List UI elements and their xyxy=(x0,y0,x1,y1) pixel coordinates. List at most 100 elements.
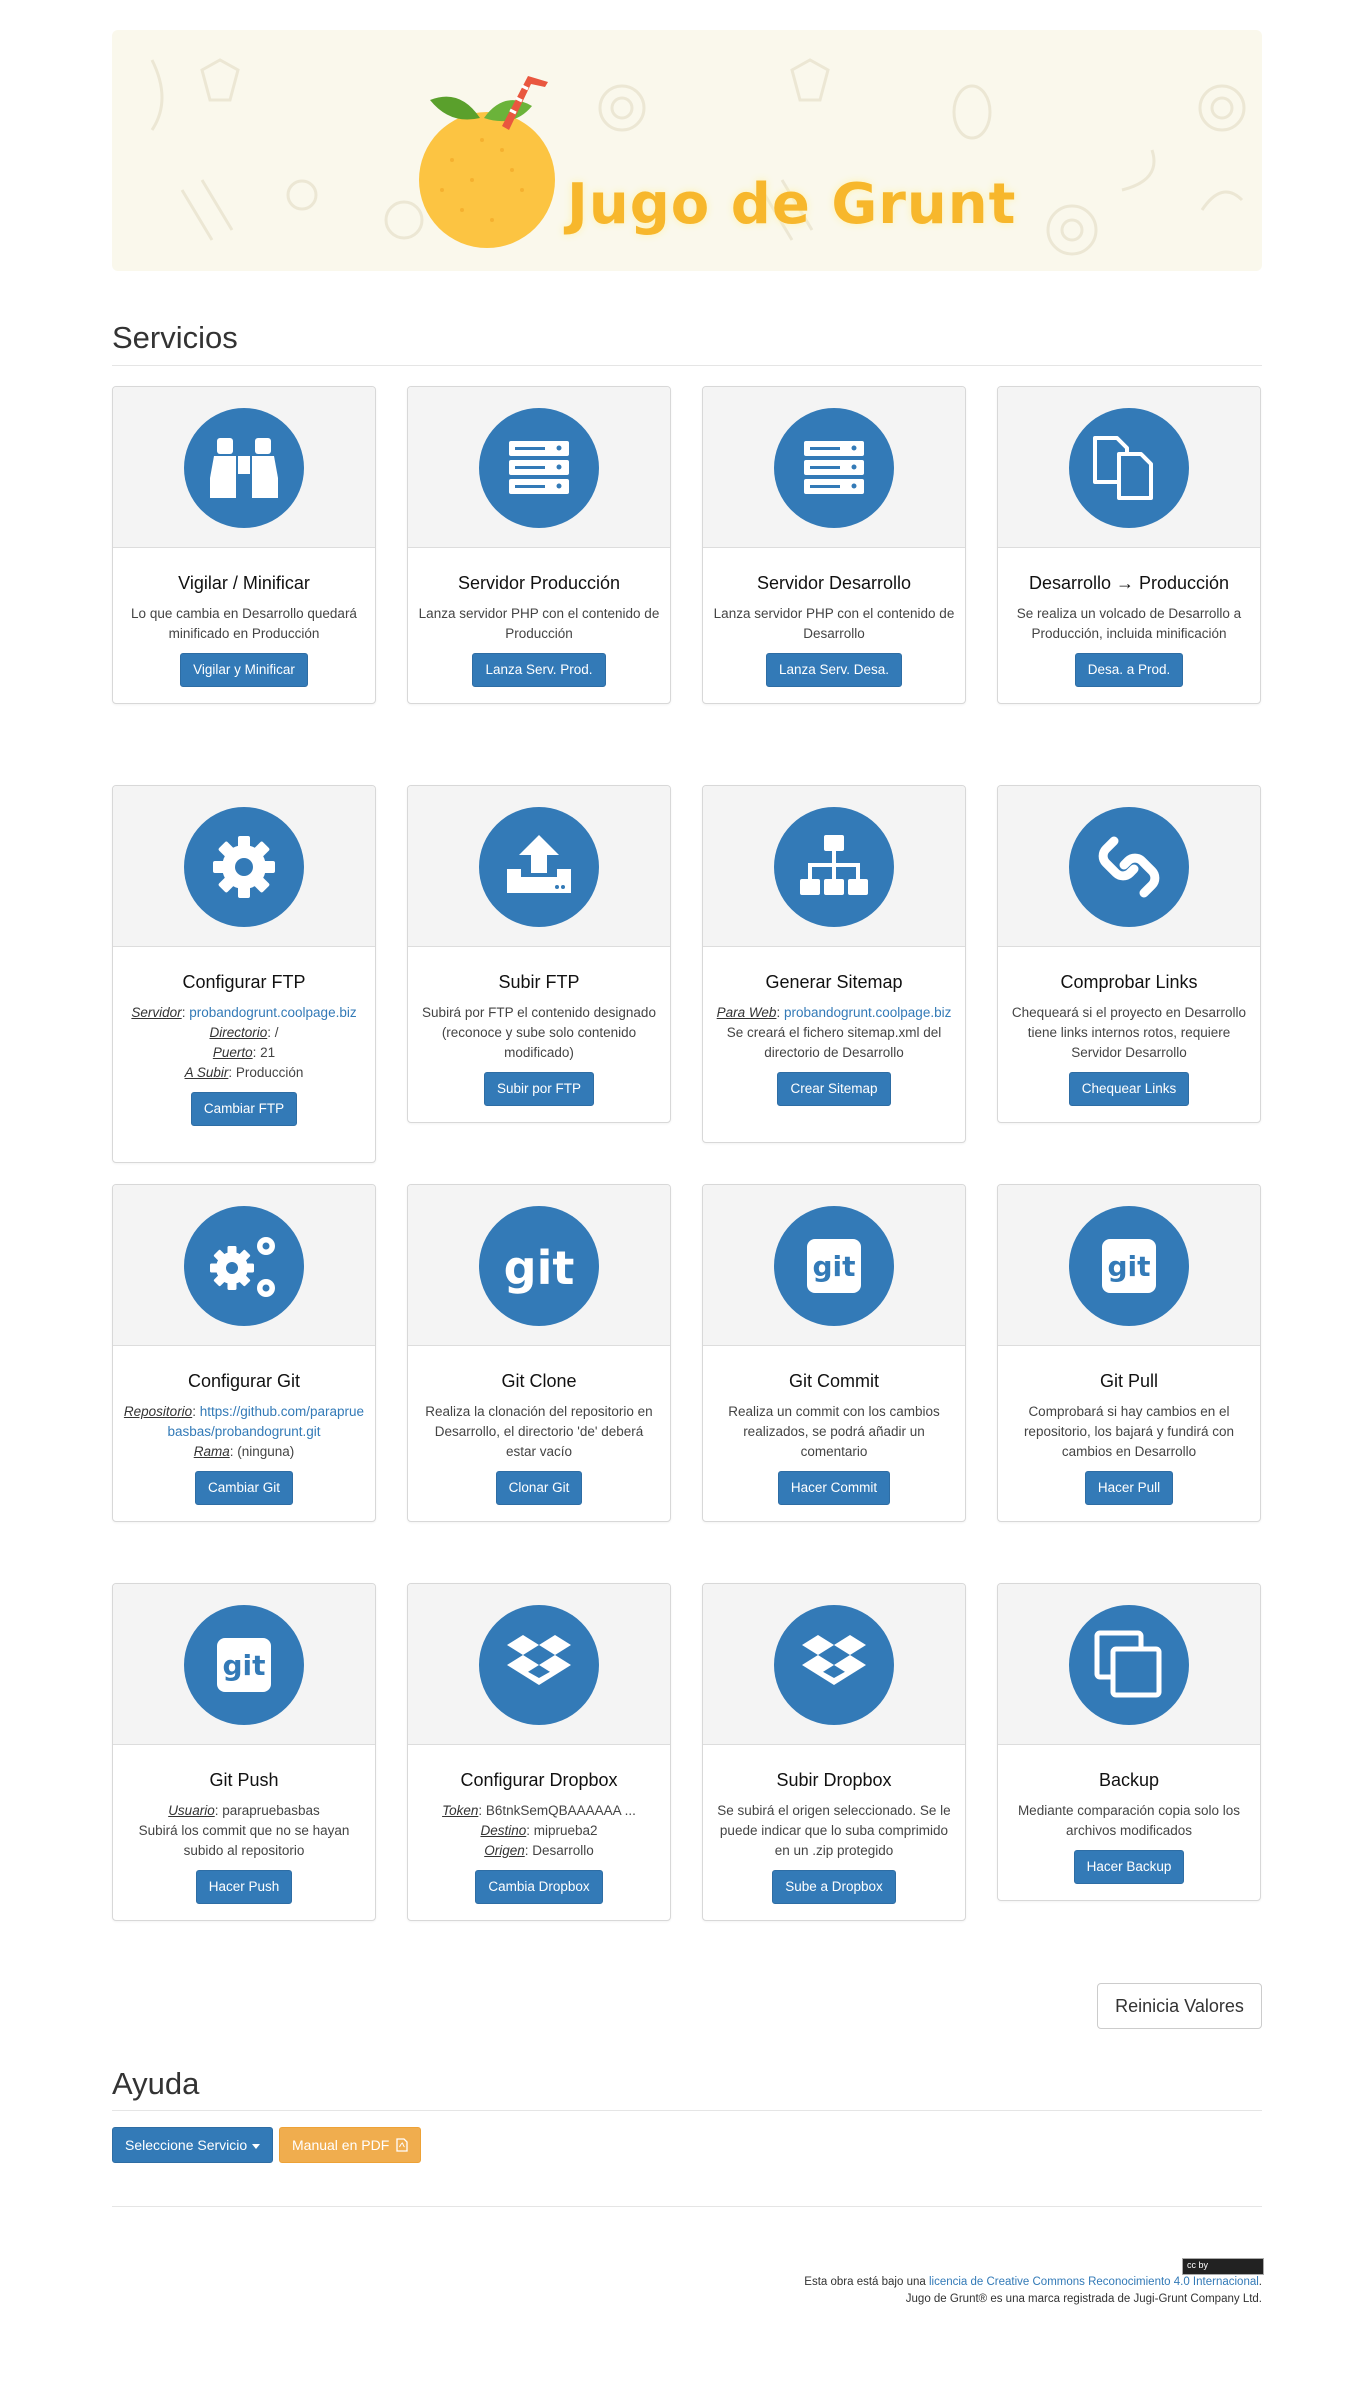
kv-key: Rama xyxy=(193,1444,230,1459)
services-heading: Servicios xyxy=(112,320,238,355)
hacer-push-button[interactable]: Hacer Push xyxy=(195,1870,293,1904)
card-configurar-ftp: Configurar FTP Servidor: probandogrunt.c… xyxy=(112,785,376,1163)
pdf-file-icon xyxy=(396,2138,408,2152)
git-branch-line: Rama: (ninguna) xyxy=(193,1444,295,1459)
icon-circle xyxy=(1069,1605,1189,1725)
sitemap-web-link[interactable]: probandogrunt.coolpage.biz xyxy=(784,1005,951,1020)
git-square-icon: git xyxy=(807,1239,861,1293)
card-description: Realiza un commit con los cambios realiz… xyxy=(728,1404,940,1459)
reset-values-button[interactable]: Reinicia Valores xyxy=(1097,1983,1262,2029)
manual-pdf-button[interactable]: Manual en PDF xyxy=(279,2127,422,2163)
ftp-server-line: Servidor: probandogrunt.coolpage.biz xyxy=(131,1005,357,1020)
card-description: Mediante comparación copia solo los arch… xyxy=(1017,1803,1241,1838)
card-title: Git Commit xyxy=(789,1371,879,1391)
card-title: Generar Sitemap xyxy=(765,972,903,992)
card-description: Realiza la clonación del repositorio en … xyxy=(425,1404,653,1459)
card-icon-area xyxy=(998,1584,1260,1745)
card-icon-area xyxy=(703,387,965,548)
kv-key: A Subir xyxy=(184,1065,229,1080)
card-icon-area xyxy=(408,387,670,548)
kv-value: parapruebasbas xyxy=(222,1803,320,1818)
card-icon-area xyxy=(408,786,670,947)
ftp-upload-line: A Subir: Producción xyxy=(184,1065,304,1080)
caret-down-icon xyxy=(252,2143,261,2149)
card-description: Lo que cambia en Desarrollo quedará mini… xyxy=(131,606,357,641)
chequear-links-button[interactable]: Chequear Links xyxy=(1068,1072,1190,1106)
kv-key: Servidor xyxy=(131,1005,182,1020)
footer-license: Esta obra está bajo una licencia de Crea… xyxy=(804,2274,1262,2291)
card-title: Comprobar Links xyxy=(1060,972,1198,992)
card-description: Se creará el fichero sitemap.xml del dir… xyxy=(726,1025,942,1060)
icon-circle xyxy=(184,807,304,927)
icon-circle xyxy=(1069,807,1189,927)
kv-value: Producción xyxy=(235,1065,304,1080)
kv-value: Desarrollo xyxy=(532,1843,594,1858)
subir-por-ftp-button[interactable]: Subir por FTP xyxy=(483,1072,595,1106)
vigilar-minificar-button[interactable]: Vigilar y Minificar xyxy=(180,653,308,687)
ftp-server-link[interactable]: probandogrunt.coolpage.biz xyxy=(189,1005,356,1020)
sube-a-dropbox-button[interactable]: Sube a Dropbox xyxy=(772,1870,896,1904)
select-service-dropdown[interactable]: Seleccione Servicio xyxy=(112,2127,274,2163)
header-banner: Jugo de Grunt xyxy=(112,30,1262,271)
upload-icon xyxy=(507,835,571,893)
card-icon-area xyxy=(998,786,1260,947)
clone-icon xyxy=(1094,1630,1162,1698)
git-user-line: Usuario: parapruebasbas xyxy=(168,1803,320,1818)
ftp-directory-line: Directorio: / xyxy=(209,1025,279,1040)
crear-sitemap-button[interactable]: Crear Sitemap xyxy=(777,1072,891,1106)
icon-circle: git xyxy=(1069,1206,1189,1326)
card-icon-area xyxy=(113,1185,375,1346)
card-icon-area xyxy=(998,387,1260,548)
card-description: Subirá por FTP el contenido designado (r… xyxy=(422,1005,656,1060)
icon-circle xyxy=(479,408,599,528)
cambia-dropbox-button[interactable]: Cambia Dropbox xyxy=(475,1870,603,1904)
cc-license-link[interactable]: licencia de Creative Commons Reconocimie… xyxy=(929,2276,1259,2288)
ftp-port-line: Puerto: 21 xyxy=(212,1045,276,1060)
cambiar-ftp-button[interactable]: Cambiar FTP xyxy=(190,1092,298,1126)
card-description: Comprobará si hay cambios en el reposito… xyxy=(1023,1404,1235,1459)
server-icon xyxy=(509,441,569,494)
gear-icon xyxy=(213,836,275,898)
hacer-commit-button[interactable]: Hacer Commit xyxy=(777,1471,891,1505)
card-subir-ftp: Subir FTP Subirá por FTP el contenido de… xyxy=(407,785,671,1123)
card-servidor-desarrollo: Servidor Desarrollo Lanza servidor PHP c… xyxy=(702,386,966,704)
card-title: Subir FTP xyxy=(498,972,580,992)
kv-key: Para Web xyxy=(716,1005,777,1020)
dropbox-token-line: Token: B6tnkSemQBAAAAAA ... xyxy=(442,1803,636,1818)
desa-a-prod-button[interactable]: Desa. a Prod. xyxy=(1074,653,1184,687)
card-icon-area: git xyxy=(998,1185,1260,1346)
lanza-serv-desa-button[interactable]: Lanza Serv. Desa. xyxy=(765,653,903,687)
git-repo-link[interactable]: https://github.com/parapruebasbas/proban… xyxy=(167,1404,364,1439)
card-configurar-git: Configurar Git Repositorio: https://gith… xyxy=(112,1184,376,1522)
card-git-clone: git Git Clone Realiza la clonación del r… xyxy=(407,1184,671,1522)
icon-circle: git xyxy=(774,1206,894,1326)
hacer-backup-button[interactable]: Hacer Backup xyxy=(1073,1850,1185,1884)
icon-circle xyxy=(479,807,599,927)
icon-circle xyxy=(479,1605,599,1725)
footer-divider xyxy=(112,2206,1262,2207)
svg-text:git: git xyxy=(812,1250,855,1283)
icon-circle xyxy=(774,807,894,927)
card-title: Subir Dropbox xyxy=(776,1770,892,1790)
svg-text:git: git xyxy=(1107,1250,1150,1283)
kv-key: Token xyxy=(442,1803,479,1818)
icon-circle xyxy=(1069,408,1189,528)
card-icon-area xyxy=(703,1584,965,1745)
kv-value: (ninguna) xyxy=(237,1444,295,1459)
footer-trademark: Jugo de Grunt® es una marca registrada d… xyxy=(905,2293,1262,2305)
icon-circle xyxy=(774,408,894,528)
cc-license-badge-icon[interactable]: cc by xyxy=(1182,2258,1264,2275)
hacer-pull-button[interactable]: Hacer Pull xyxy=(1084,1471,1174,1505)
clonar-git-button[interactable]: Clonar Git xyxy=(495,1471,583,1505)
card-backup: Backup Mediante comparación copia solo l… xyxy=(997,1583,1261,1901)
lanza-serv-prod-button[interactable]: Lanza Serv. Prod. xyxy=(472,653,606,687)
kv-value: miprueba2 xyxy=(533,1823,598,1838)
svg-text:git: git xyxy=(504,1241,575,1295)
git-square-icon: git xyxy=(217,1638,271,1692)
chain-icon xyxy=(1098,836,1160,898)
sitemap-web-line: Para Web: probandogrunt.coolpage.biz xyxy=(716,1005,952,1020)
card-desarrollo-produccion: Desarrollo → Producción Se realiza un vo… xyxy=(997,386,1261,704)
card-title: Backup xyxy=(1098,1770,1160,1790)
cambiar-git-button[interactable]: Cambiar Git xyxy=(194,1471,293,1505)
kv-key: Puerto xyxy=(212,1045,253,1060)
